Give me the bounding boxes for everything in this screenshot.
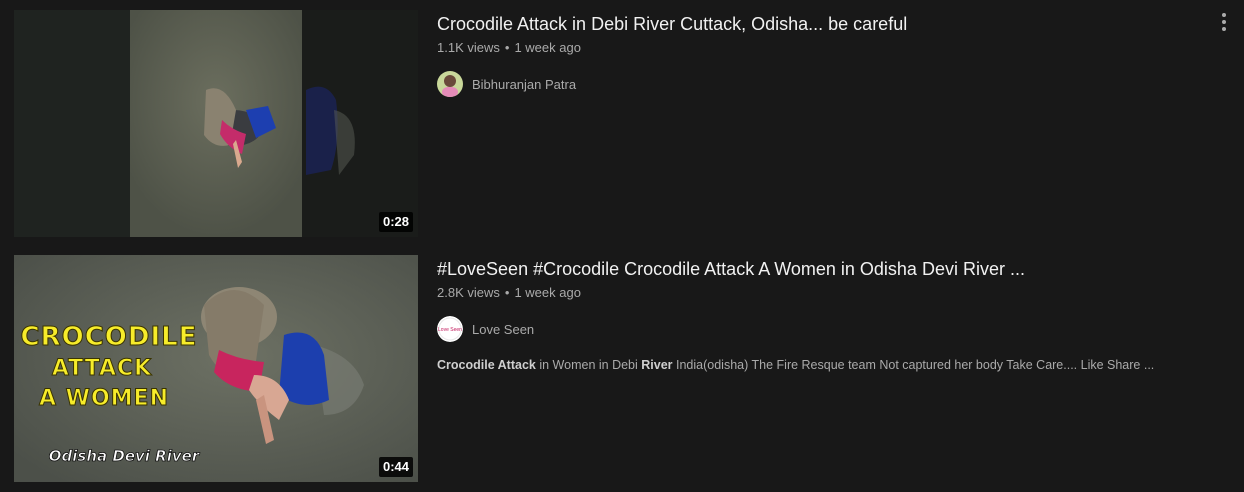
video-title[interactable]: #LoveSeen #Crocodile Crocodile Attack A … — [437, 256, 1229, 282]
thumbnail-overlay-caption: Odisha Devi River — [49, 447, 201, 465]
avatar-image — [437, 71, 463, 97]
upload-age: 1 week ago — [514, 285, 581, 300]
thumbnail-image: CROCODILE ATTACK A WOMEN Odisha Devi Riv… — [14, 255, 418, 482]
avatar[interactable]: Love Seen — [437, 316, 463, 342]
avatar[interactable] — [437, 71, 463, 97]
view-count: 1.1K views — [437, 40, 500, 55]
video-result: 0:28 Crocodile Attack in Debi River Cutt… — [14, 10, 1236, 237]
video-duration: 0:28 — [378, 212, 413, 232]
search-results: 0:28 Crocodile Attack in Debi River Cutt… — [0, 0, 1244, 492]
video-info: #LoveSeen #Crocodile Crocodile Attack A … — [437, 255, 1244, 482]
channel-name: Love Seen — [472, 321, 535, 337]
description-highlight: Crocodile Attack — [437, 358, 536, 372]
channel-link[interactable]: Bibhuranjan Patra — [437, 71, 1200, 97]
thumbnail-overlay-line: ATTACK — [52, 356, 152, 381]
description-text: in Women in Debi — [535, 358, 642, 372]
video-title[interactable]: Crocodile Attack in Debi River Cuttack, … — [437, 11, 1200, 37]
channel-name: Bibhuranjan Patra — [472, 76, 577, 92]
video-metadata: 2.8K views • 1 week ago — [437, 284, 1229, 302]
video-info: Crocodile Attack in Debi River Cuttack, … — [437, 10, 1236, 237]
video-thumbnail[interactable]: 0:28 — [14, 10, 418, 237]
thumbnail-overlay-line: CROCODILE — [21, 322, 198, 352]
video-thumbnail[interactable]: CROCODILE ATTACK A WOMEN Odisha Devi Riv… — [14, 255, 418, 482]
separator-dot: • — [504, 285, 510, 300]
channel-link[interactable]: Love Seen Love Seen — [437, 316, 1229, 342]
description-text: India(odisha) The Fire Resque team Not c… — [672, 358, 1155, 372]
description-highlight: River — [641, 358, 673, 372]
separator-dot: • — [504, 40, 510, 55]
upload-age: 1 week ago — [514, 40, 581, 55]
video-duration: 0:44 — [378, 457, 413, 477]
video-metadata: 1.1K views • 1 week ago — [437, 39, 1200, 57]
thumbnail-image — [14, 10, 418, 237]
more-options-icon[interactable] — [1212, 10, 1236, 34]
avatar-image: Love Seen — [437, 316, 463, 342]
thumbnail-overlay-line: A WOMEN — [39, 386, 169, 411]
view-count: 2.8K views — [437, 285, 500, 300]
video-description-snippet: Crocodile Attack in Women in Debi River … — [437, 358, 1229, 372]
avatar-logo-text: Love Seen — [438, 327, 462, 333]
video-result: CROCODILE ATTACK A WOMEN Odisha Devi Riv… — [14, 255, 1236, 482]
